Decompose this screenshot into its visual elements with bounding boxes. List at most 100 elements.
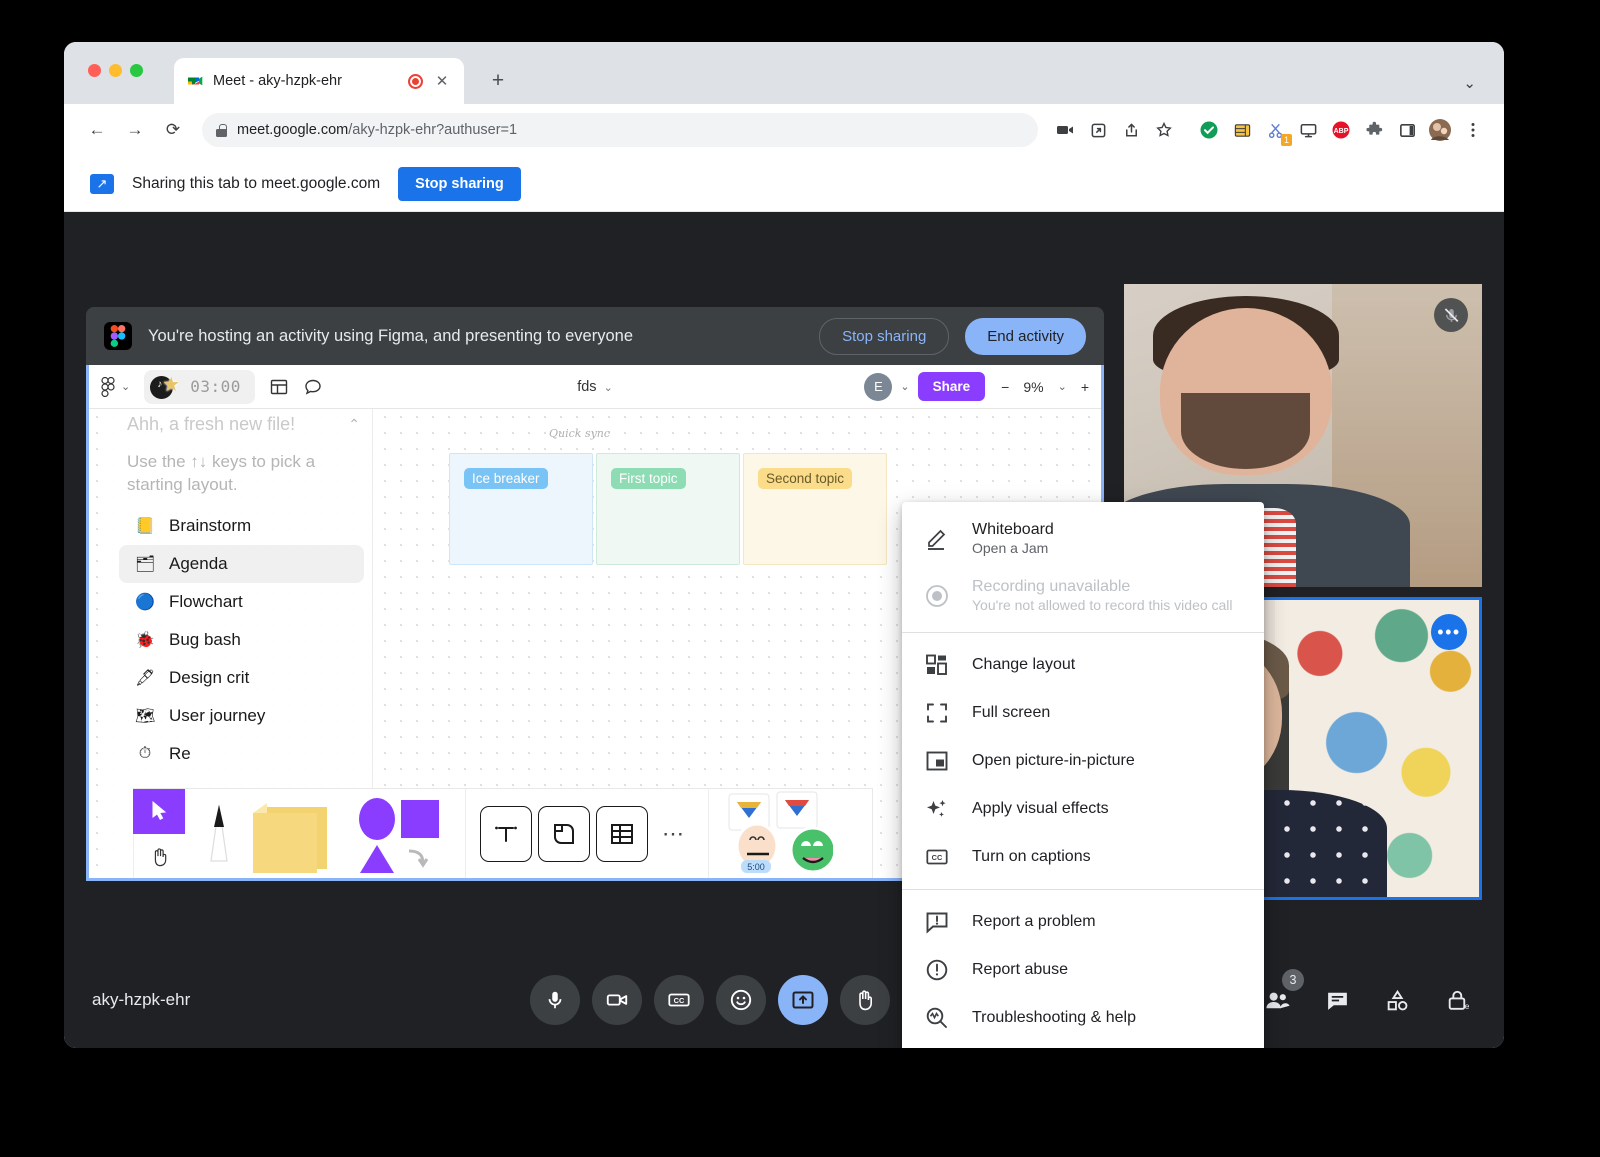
menu-item-troubleshooting-help[interactable]: Troubleshooting & help <box>902 994 1264 1042</box>
maximize-window-button[interactable] <box>130 64 143 77</box>
zoom-in-button[interactable]: + <box>1081 379 1089 395</box>
menu-item-sublabel: Open a Jam <box>972 540 1054 556</box>
adblock-plus-icon[interactable]: ABP <box>1326 115 1356 145</box>
file-name-text: fds <box>577 379 596 395</box>
figma-timer[interactable]: ★ 03:00 <box>144 370 255 404</box>
figma-share-button[interactable]: Share <box>918 372 986 401</box>
comment-bubble-icon[interactable] <box>303 377 323 397</box>
close-window-button[interactable] <box>88 64 101 77</box>
section-tool[interactable] <box>538 806 590 862</box>
menu-item-apply-visual-effects[interactable]: Apply visual effects <box>902 785 1264 833</box>
present-now-button[interactable] <box>778 975 828 1025</box>
checkmark-extension-icon[interactable] <box>1194 115 1224 145</box>
sidebar-heading: Ahh, a fresh new file! ⌃ <box>111 411 372 435</box>
stickers-tool[interactable]: 5:00 <box>723 788 833 878</box>
sharing-status-text: Sharing this tab to meet.google.com <box>132 175 380 193</box>
tab-sharing-icon <box>90 174 114 194</box>
captions-button[interactable]: CC <box>654 975 704 1025</box>
table-tool[interactable] <box>596 806 648 862</box>
sidebar-hint: Use the ↑↓ keys to pick a starting layou… <box>111 435 372 507</box>
figma-menu-icon[interactable] <box>101 377 115 397</box>
screen-extension-icon[interactable] <box>1293 115 1323 145</box>
new-tab-button[interactable]: + <box>484 67 512 95</box>
zoom-chevron-icon[interactable]: ⌄ <box>1058 380 1067 393</box>
menu-item-report-abuse[interactable]: Report abuse <box>902 946 1264 994</box>
menu-item-settings[interactable]: Settings <box>902 1042 1264 1048</box>
avatar-chevron-icon[interactable]: ⌄ <box>900 380 909 393</box>
open-in-new-icon[interactable] <box>1083 115 1113 145</box>
sidebar-item-label: Design crit <box>169 668 249 688</box>
host-controls-button[interactable]: e <box>1438 981 1476 1019</box>
pen-whiteboard-icon <box>924 526 950 552</box>
sidebar-item-design-crit[interactable]: 🖋Design crit <box>119 659 364 697</box>
sidebar-item-bug-bash[interactable]: 🐞Bug bash <box>119 621 364 659</box>
sidebar-item-brainstorm[interactable]: 📒Brainstorm <box>119 507 364 545</box>
pen-marker-tool[interactable] <box>199 791 239 876</box>
more-vertical-icon[interactable] <box>1458 115 1488 145</box>
scissors-extension-icon[interactable]: 1 <box>1260 115 1290 145</box>
menu-item-whiteboard[interactable]: WhiteboardOpen a Jam <box>902 510 1264 567</box>
chat-button[interactable] <box>1318 981 1356 1019</box>
reload-button[interactable]: ⟳ <box>156 113 190 147</box>
end-activity-button[interactable]: End activity <box>965 318 1086 355</box>
sidebar-item-flowchart[interactable]: 🔵Flowchart <box>119 583 364 621</box>
side-panel-icon[interactable] <box>1392 115 1422 145</box>
camera-button[interactable] <box>592 975 642 1025</box>
frame-label: Ice breaker <box>464 468 548 489</box>
menu-item-open-picture-in-picture[interactable]: Open picture-in-picture <box>902 737 1264 785</box>
menu-item-report-a-problem[interactable]: Report a problem <box>902 898 1264 946</box>
activities-button[interactable] <box>1378 981 1416 1019</box>
sidebar-item-label: Flowchart <box>169 592 243 612</box>
zoom-out-button[interactable]: − <box>1001 379 1009 395</box>
sidebar-item-label: Re <box>169 744 191 764</box>
svg-text:e: e <box>1464 1000 1469 1010</box>
sidebar-item-user-journey[interactable]: 🗺User journey <box>119 697 364 735</box>
forward-button[interactable]: → <box>118 113 152 147</box>
bookmark-star-icon[interactable] <box>1149 115 1179 145</box>
tab-strip: Meet - aky-hzpk-ehr ✕ + ⌄ <box>64 42 1504 104</box>
browser-toolbar: ← → ⟳ meet.google.com/aky-hzpk-ehr?authu… <box>64 104 1504 156</box>
chevron-up-icon[interactable]: ⌃ <box>348 416 360 433</box>
canvas-frame-3[interactable]: Second topic <box>743 453 887 565</box>
browser-tab[interactable]: Meet - aky-hzpk-ehr ✕ <box>174 58 464 104</box>
microphone-button[interactable] <box>530 975 580 1025</box>
menu-item-change-layout[interactable]: Change layout <box>902 641 1264 689</box>
menu-item-texts: WhiteboardOpen a Jam <box>972 521 1054 556</box>
canvas-frame-2[interactable]: First topic <box>596 453 740 565</box>
svg-text:ABP: ABP <box>1334 128 1349 135</box>
address-bar[interactable]: meet.google.com/aky-hzpk-ehr?authuser=1 <box>202 113 1038 147</box>
scissors-badge: 1 <box>1281 134 1292 146</box>
hand-tool[interactable] <box>133 834 185 878</box>
meeting-code: aky-hzpk-ehr <box>92 990 190 1010</box>
shapes-tool[interactable] <box>351 789 451 878</box>
raise-hand-button[interactable] <box>840 975 890 1025</box>
notes-extension-icon[interactable] <box>1227 115 1257 145</box>
sidebar-item-agenda[interactable]: 🗂Agenda <box>119 545 364 583</box>
sticky-note-tool[interactable] <box>245 789 345 878</box>
reactions-button[interactable] <box>716 975 766 1025</box>
profile-avatar-icon[interactable] <box>1425 115 1455 145</box>
sidebar-item-re[interactable]: ⏱Re <box>119 735 364 773</box>
figma-menu-chevron-icon[interactable]: ⌄ <box>121 380 130 393</box>
video-camera-icon[interactable] <box>1050 115 1080 145</box>
tile-more-options-icon[interactable]: ••• <box>1431 614 1467 650</box>
stop-sharing-button[interactable]: Stop sharing <box>398 167 521 201</box>
cursor-tool-stack <box>133 789 185 878</box>
cursor-tool[interactable] <box>133 789 185 834</box>
menu-item-full-screen[interactable]: Full screen <box>902 689 1264 737</box>
menu-item-texts: Apply visual effects <box>972 800 1109 818</box>
canvas-frame-1[interactable]: Ice breaker <box>449 453 593 565</box>
more-tools-button[interactable]: ⋯ <box>654 821 694 847</box>
close-icon[interactable]: ✕ <box>432 71 452 91</box>
figma-avatar[interactable]: E <box>864 373 892 401</box>
menu-item-turn-on-captions[interactable]: CCTurn on captions <box>902 833 1264 881</box>
banner-stop-sharing-button[interactable]: Stop sharing <box>819 318 949 355</box>
text-tool[interactable] <box>480 806 532 862</box>
menu-item-texts: Full screen <box>972 704 1050 722</box>
layout-grid-icon[interactable] <box>269 377 289 397</box>
back-button[interactable]: ← <box>80 113 114 147</box>
share-icon[interactable] <box>1116 115 1146 145</box>
extensions-puzzle-icon[interactable] <box>1359 115 1389 145</box>
minimize-window-button[interactable] <box>109 64 122 77</box>
chevron-down-icon[interactable]: ⌄ <box>1463 74 1476 92</box>
